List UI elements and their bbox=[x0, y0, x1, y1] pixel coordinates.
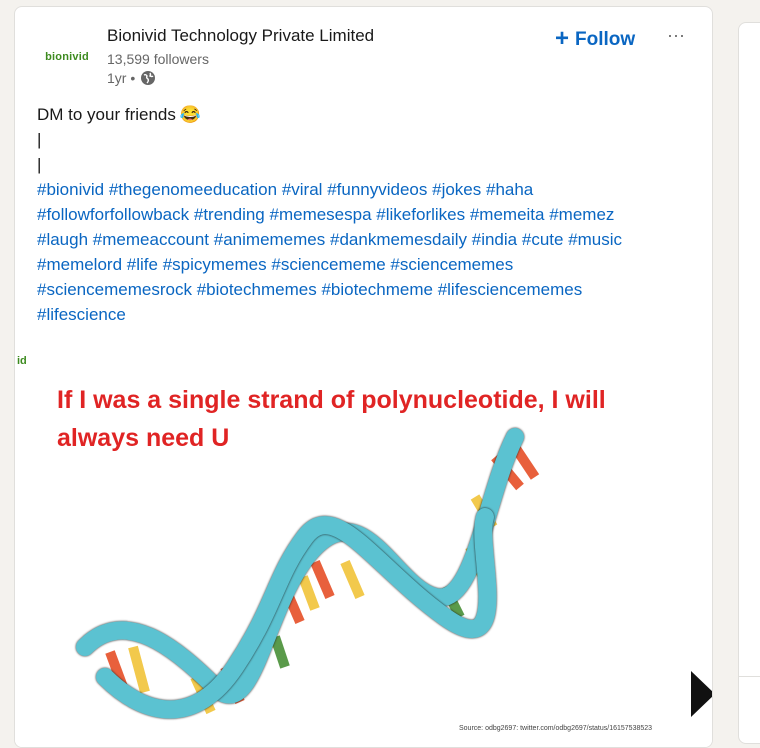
hashtag-link[interactable]: #memelord bbox=[37, 255, 122, 274]
hashtag-line: #sciencememesrock #biotechmemes #biotech… bbox=[37, 277, 677, 302]
hashtag-link[interactable]: #bionivid bbox=[37, 180, 104, 199]
hashtag-line: #followforfollowback #trending #memesesp… bbox=[37, 202, 677, 227]
hashtag-link[interactable]: #funnyvideos bbox=[327, 180, 427, 199]
hashtag-link[interactable]: #viral bbox=[282, 180, 323, 199]
image-source-credit: Source: odbg2697: twitter.com/odbg2697/s… bbox=[459, 725, 653, 732]
post-meta: 1yr • bbox=[107, 70, 156, 86]
globe-icon bbox=[141, 71, 156, 85]
dna-strand bbox=[76, 428, 524, 704]
hashtag-link[interactable]: #followforfollowback bbox=[37, 205, 189, 224]
post-text: DM to your friends 😂 | | #bionivid #thege… bbox=[37, 102, 677, 327]
hashtag-link[interactable]: #dankmemesdaily bbox=[330, 230, 467, 249]
follower-count: 13,599 followers bbox=[107, 51, 209, 67]
hashtag-link[interactable]: #memeaccount bbox=[93, 230, 209, 249]
hashtag-link[interactable]: #lifescience bbox=[37, 305, 126, 324]
hashtag-link[interactable]: #sciencememesrock bbox=[37, 280, 192, 299]
company-name[interactable]: Bionivid Technology Private Limited bbox=[107, 26, 374, 46]
follow-button[interactable]: + Follow bbox=[555, 24, 635, 56]
post-text-line: | bbox=[37, 130, 42, 149]
hashtag-link[interactable]: #likeforlikes bbox=[376, 205, 465, 224]
hashtag-link[interactable]: #cute bbox=[522, 230, 564, 249]
laughing-emoji: 😂 bbox=[179, 105, 202, 124]
hashtag-link[interactable]: #memeita bbox=[470, 205, 545, 224]
hashtag-block: #bionivid #thegenomeeducation #viral #fu… bbox=[37, 177, 677, 327]
right-rail-card bbox=[738, 22, 760, 744]
hashtag-link[interactable]: #spicymemes bbox=[163, 255, 267, 274]
hashtag-link[interactable]: #animememes bbox=[214, 230, 326, 249]
hashtag-link[interactable]: #lifesciencememes bbox=[438, 280, 583, 299]
dna-base-pair bbox=[310, 560, 335, 599]
post-text-line: DM to your friends 😂 bbox=[37, 102, 677, 127]
plus-icon: + bbox=[555, 24, 570, 52]
hashtag-line: #laugh #memeaccount #animememes #dankmem… bbox=[37, 227, 677, 252]
company-logo[interactable]: bionivid bbox=[35, 25, 99, 89]
hashtag-line: #memelord #life #spicymemes #sciencememe… bbox=[37, 252, 677, 277]
hashtag-link[interactable]: #sciencememes bbox=[390, 255, 513, 274]
dna-base-pair bbox=[128, 645, 150, 694]
hashtag-link[interactable]: #memesespa bbox=[270, 205, 372, 224]
post-time: 1yr • bbox=[107, 70, 136, 86]
hashtag-link[interactable]: #jokes bbox=[432, 180, 481, 199]
hashtag-link[interactable]: #biotechmemes bbox=[197, 280, 317, 299]
divider bbox=[738, 676, 760, 677]
hashtag-link[interactable]: #laugh bbox=[37, 230, 88, 249]
post-text-line: | bbox=[37, 155, 42, 174]
hashtag-link[interactable]: #biotechmeme bbox=[321, 280, 433, 299]
hashtag-link[interactable]: #trending bbox=[194, 205, 265, 224]
hashtag-line: #bionivid #thegenomeeducation #viral #fu… bbox=[37, 177, 677, 202]
hashtag-link[interactable]: #haha bbox=[486, 180, 533, 199]
hashtag-link[interactable]: #sciencememe bbox=[271, 255, 385, 274]
feed-post-card: bionivid Bionivid Technology Private Lim… bbox=[14, 6, 713, 748]
follow-label: Follow bbox=[575, 29, 636, 50]
dna-base-pair bbox=[270, 635, 290, 669]
hashtag-link[interactable]: #thegenomeeducation bbox=[109, 180, 277, 199]
more-options-icon[interactable]: ··· bbox=[663, 25, 689, 45]
hashtag-link[interactable]: #music bbox=[568, 230, 622, 249]
hashtag-link[interactable]: #india bbox=[472, 230, 517, 249]
dna-base-pair bbox=[340, 560, 365, 599]
dna-base-pair bbox=[298, 575, 320, 611]
post-media-image[interactable]: id If I was a single strand of polynucle… bbox=[15, 347, 712, 747]
hashtag-link[interactable]: #life bbox=[127, 255, 158, 274]
hashtag-line: #lifescience bbox=[37, 302, 677, 327]
hashtag-link[interactable]: #memez bbox=[549, 205, 614, 224]
next-arrow-icon[interactable] bbox=[687, 669, 712, 719]
dna-helix-illustration bbox=[76, 428, 540, 719]
